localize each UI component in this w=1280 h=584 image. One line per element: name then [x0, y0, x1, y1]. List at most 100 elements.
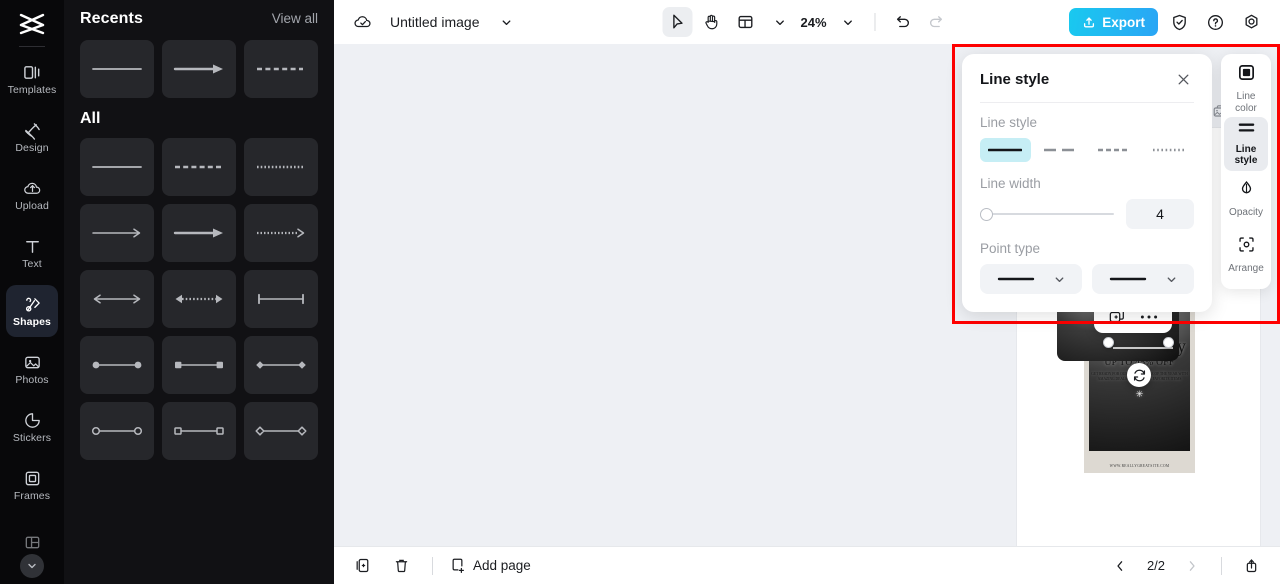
sidebar-item-label: Upload: [15, 200, 49, 213]
zoom-menu-chevron-down-icon[interactable]: [833, 7, 863, 37]
undo-icon[interactable]: [888, 7, 918, 37]
toolbar-divider: [874, 13, 876, 31]
cloud-saved-icon[interactable]: [348, 7, 378, 37]
shape-item-dotted-line[interactable]: [244, 138, 318, 196]
rotate-handle-button[interactable]: [1127, 363, 1151, 387]
point-type-label: Point type: [980, 241, 1041, 256]
shape-item-open-diamond-line[interactable]: [244, 402, 318, 460]
shape-item-dotted-double-arrow[interactable]: [162, 270, 236, 328]
upload-box-icon[interactable]: [1236, 551, 1266, 581]
shape-item-dashed-arrow[interactable]: [244, 40, 318, 98]
shape-item-dotted-arrow[interactable]: [244, 204, 318, 262]
frames-icon: [22, 468, 42, 488]
line-style-title: Line style: [980, 70, 1050, 88]
rail-label-line1: Arrange: [1228, 262, 1264, 274]
sidebar-item-shapes[interactable]: Shapes: [6, 285, 58, 337]
shape-item-filled-circle-line[interactable]: [80, 336, 154, 394]
sidebar-item-upload[interactable]: Upload: [6, 169, 58, 221]
layout-icon[interactable]: [22, 532, 42, 552]
slider-track: [980, 213, 1114, 215]
point-type-controls: [980, 264, 1194, 294]
help-circle-icon[interactable]: [1200, 7, 1230, 37]
duplicate-page-icon[interactable]: [348, 551, 378, 581]
point-type-end-select[interactable]: [1092, 264, 1194, 294]
next-page-chevron-right-icon[interactable]: [1177, 551, 1207, 581]
rail-label-line2: color: [1235, 102, 1257, 114]
zoom-level[interactable]: 24%: [798, 15, 828, 30]
square-fill-icon: [1237, 63, 1256, 87]
document-menu-chevron-down-icon[interactable]: [492, 7, 522, 37]
capcut-logo-icon[interactable]: [15, 10, 49, 38]
shape-item-bar-ended-line[interactable]: [244, 270, 318, 328]
line-width-label: Line width: [980, 176, 1041, 191]
layout-grid-icon[interactable]: [730, 7, 760, 37]
all-title: All: [80, 110, 101, 127]
line-style-option-dash[interactable]: [1089, 138, 1140, 162]
recents-header: Recents View all: [80, 0, 318, 40]
export-upload-icon: [1084, 17, 1095, 28]
point-type-start-select[interactable]: [980, 264, 1082, 294]
rail-item-arrange[interactable]: Arrange: [1224, 228, 1268, 281]
export-label: Export: [1102, 14, 1145, 30]
slider-knob[interactable]: [980, 207, 993, 221]
templates-icon: [22, 62, 42, 82]
sidebar-item-label: Stickers: [12, 432, 52, 445]
rail-item-line-style[interactable]: Line style: [1224, 117, 1268, 171]
settings-gear-icon[interactable]: [1236, 7, 1266, 37]
shape-item-filled-square-line[interactable]: [162, 336, 236, 394]
redo-icon[interactable]: [922, 7, 952, 37]
shapes-icon: [22, 294, 42, 314]
prev-page-chevron-left-icon[interactable]: [1105, 551, 1135, 581]
shape-item-double-arrow[interactable]: [80, 270, 154, 328]
rail-item-line-color[interactable]: Line color: [1224, 62, 1268, 115]
object-more-horizontal-icon[interactable]: [1140, 314, 1158, 320]
sidebar-item-design[interactable]: Design: [6, 111, 58, 163]
shape-item-filled-diamond-line[interactable]: [244, 336, 318, 394]
design-icon: [22, 120, 42, 140]
sidebar-item-label: Templates: [7, 84, 57, 97]
close-icon[interactable]: [1172, 68, 1194, 90]
rail-label-line1: Line: [1236, 91, 1256, 103]
line-style-option-dot[interactable]: [1144, 138, 1195, 162]
sidebar-item-photos[interactable]: Photos: [6, 343, 58, 395]
sidebar-item-templates[interactable]: Templates: [6, 53, 58, 105]
shape-item-solid-line[interactable]: [80, 40, 154, 98]
line-style-option-long-dash[interactable]: [1035, 138, 1086, 162]
sidebar-item-frames[interactable]: Frames: [6, 459, 58, 511]
rotate-icon: [1133, 369, 1145, 381]
line-width-input[interactable]: 4: [1126, 199, 1194, 229]
shield-check-icon[interactable]: [1164, 7, 1194, 37]
rail-item-opacity[interactable]: Opacity: [1224, 173, 1268, 226]
add-page-button[interactable]: Add page: [449, 557, 531, 574]
sidebar-more-section: [0, 524, 64, 584]
chevron-down-icon: [1055, 276, 1064, 282]
layout-menu-chevron-down-icon[interactable]: [764, 7, 794, 37]
recents-grid: [80, 40, 318, 98]
sidebar-expand-button[interactable]: [20, 554, 44, 578]
shape-item-dashed-line[interactable]: [162, 138, 236, 196]
chevron-down-icon: [1167, 276, 1176, 282]
sidebar-item-text[interactable]: Text: [6, 227, 58, 279]
export-button[interactable]: Export: [1069, 8, 1158, 36]
line-style-options: [980, 138, 1194, 162]
line-width-slider[interactable]: [980, 207, 1114, 221]
hand-icon[interactable]: [696, 7, 726, 37]
rail-divider: [19, 46, 45, 47]
cursor-icon[interactable]: [662, 7, 693, 37]
text-icon: [22, 236, 42, 256]
line-style-option-solid[interactable]: [980, 138, 1031, 162]
shape-item-open-square-line[interactable]: [162, 402, 236, 460]
delete-page-trash-icon[interactable]: [386, 551, 416, 581]
shape-item-solid-arrow[interactable]: [162, 40, 236, 98]
sidebar-item-stickers[interactable]: Stickers: [6, 401, 58, 453]
view-all-link[interactable]: View all: [272, 11, 318, 26]
shape-item-solid-line[interactable]: [80, 138, 154, 196]
shape-item-thin-arrow[interactable]: [80, 204, 154, 262]
shape-item-solid-arrow[interactable]: [162, 204, 236, 262]
chevron-down-icon: [28, 563, 36, 569]
selection-handle-right[interactable]: [1163, 337, 1174, 348]
arrange-icon: [1237, 235, 1256, 259]
selection-handle-left[interactable]: [1103, 337, 1114, 348]
shape-item-open-circle-line[interactable]: [80, 402, 154, 460]
document-title[interactable]: Untitled image: [390, 14, 480, 30]
